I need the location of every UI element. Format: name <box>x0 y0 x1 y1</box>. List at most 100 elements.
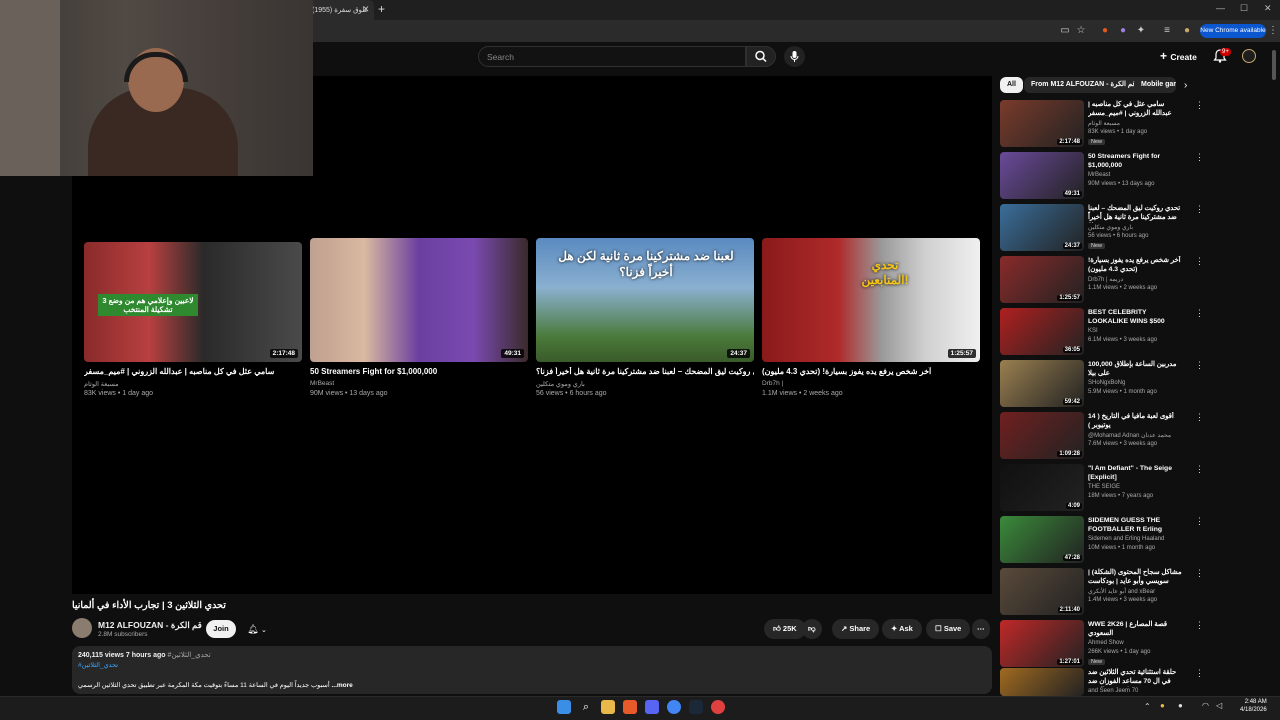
extension-icon[interactable]: ● <box>1098 24 1112 38</box>
channel-name[interactable]: مسبعة الوثام <box>84 380 119 388</box>
channel-name[interactable]: مسبعة الوثام <box>1088 120 1120 127</box>
brave-icon[interactable] <box>623 700 637 714</box>
recommended-video[interactable]: 1:09:28 أقوى لعبة مافيا في التاريخ ( 14 ي… <box>1000 412 1204 460</box>
video-title[interactable]: أقوى لعبة مافيا في التاريخ ( 14 يوتيوبر … <box>1088 412 1182 430</box>
maximize-icon[interactable]: ☐ <box>1240 3 1248 14</box>
account-avatar[interactable] <box>1242 49 1256 63</box>
chrome-menu-icon[interactable]: ⋮ <box>1266 24 1280 38</box>
recommended-video[interactable]: 4:09 "I Am Defiant" - The Seige [Explicit… <box>1000 464 1204 512</box>
search-button[interactable] <box>746 46 776 67</box>
system-clock[interactable]: 2:48 AM 4/18/2026 <box>1240 698 1267 714</box>
wifi-icon[interactable]: ◠ <box>1202 701 1209 710</box>
video-title[interactable]: حلقة استثنائية تحدي الثلاثين ضد في ال 70… <box>1088 668 1182 687</box>
profile-avatar-icon[interactable]: ● <box>1180 24 1194 38</box>
more-options-icon[interactable]: ⋮ <box>1195 516 1204 527</box>
create-button[interactable]: + Create <box>1160 47 1197 65</box>
show-more-link[interactable]: ...more <box>331 682 352 689</box>
more-options-icon[interactable]: ⋮ <box>1195 620 1204 631</box>
video-title[interactable]: 50 Streamers Fight for $1,000,000 <box>310 367 528 376</box>
channel-name[interactable]: Drb7h | دريمه <box>1088 276 1123 283</box>
channel-name[interactable]: أبو عايد الأبكري and xBear <box>1088 588 1155 595</box>
recommended-video[interactable]: 49:31 50 Streamers Fight for $1,000,000 Mr… <box>1000 152 1204 200</box>
new-chrome-available-button[interactable]: New Chrome available <box>1200 24 1266 38</box>
volume-icon[interactable]: ◁ <box>1216 701 1222 710</box>
windows-start-icon[interactable] <box>557 700 571 714</box>
close-tab-icon[interactable]: ✕ <box>362 4 370 15</box>
video-title[interactable]: آخر شخص يرفع يده يفوز بسيارة! (تحدي 4.3 … <box>1088 256 1182 274</box>
channel-name[interactable]: THE SEIGE <box>1088 484 1120 490</box>
recommended-video[interactable]: 1:27:01 WWE 2K26 | قصة المصارع السعودي Ahm… <box>1000 620 1204 668</box>
extension-icon[interactable]: ● <box>1116 24 1130 38</box>
more-actions-button[interactable]: ⋯ <box>972 619 990 639</box>
video-title[interactable]: BEST CELEBRITY LOOKALIKE WINS $500 <box>1088 308 1182 326</box>
video-title[interactable]: تحدي روكيت ليق المضحك – لعبنا ضد مشتركين… <box>1088 204 1182 223</box>
voice-search-button[interactable] <box>784 46 805 67</box>
recommended-video[interactable]: 47:28 SIDEMEN GUESS THE FOOTBALLER ft Erl… <box>1000 516 1204 564</box>
more-options-icon[interactable]: ⋮ <box>1195 668 1204 679</box>
hashtag[interactable]: #تحدي_الثلاثين <box>78 661 118 669</box>
scrollbar[interactable] <box>1272 50 1276 80</box>
channel-name[interactable]: KSI <box>1088 328 1098 334</box>
media-icon[interactable]: ≡ <box>1160 24 1174 38</box>
channel-name[interactable]: SHoNgxBoNg <box>1088 380 1125 386</box>
recommended-video[interactable]: 2:17:48 سامي عثل في كل مناصبه | عبدالله ا… <box>1000 100 1204 148</box>
app-icon[interactable] <box>711 700 725 714</box>
more-options-icon[interactable]: ⋮ <box>1195 360 1204 371</box>
channel-name[interactable]: MrBeast <box>310 380 334 387</box>
more-options-icon[interactable]: ⋮ <box>1195 412 1204 423</box>
ask-button[interactable]: ✦ Ask <box>882 619 922 639</box>
video-title[interactable]: سامي عثل في كل مناصبه | عبدالله الزروني … <box>1088 100 1182 118</box>
hashtag[interactable]: #تحدي_الثلاثين <box>168 652 211 659</box>
more-options-icon[interactable]: ⋮ <box>1195 464 1204 475</box>
tray-icon[interactable]: ● <box>1178 701 1183 710</box>
more-options-icon[interactable]: ⋮ <box>1195 152 1204 163</box>
video-title[interactable]: WWE 2K26 | قصة المصارع السعودي <box>1088 620 1182 638</box>
close-window-icon[interactable]: ✕ <box>1264 3 1272 14</box>
more-options-icon[interactable]: ⋮ <box>1195 256 1204 267</box>
video-title[interactable]: تحدي روكيت ليق المضحك – لعبنا ضد مشتركين… <box>536 367 754 376</box>
chip-from-channel[interactable]: From M12 ALFOUZAN - قم الكرة <box>1024 77 1143 93</box>
like-button[interactable]: 👍︎ 25K <box>764 619 806 639</box>
recommended-video[interactable]: 36:05 BEST CELEBRITY LOOKALIKE WINS $500 K… <box>1000 308 1204 356</box>
channel-name[interactable]: M12 ALFOUZAN - قم الكرة <box>98 620 202 631</box>
more-options-icon[interactable]: ⋮ <box>1195 308 1204 319</box>
channel-name[interactable]: Ahmed Show <box>1088 640 1124 646</box>
chevron-right-icon[interactable]: › <box>1184 80 1187 91</box>
join-button[interactable]: Join <box>206 620 236 638</box>
channel-name[interactable]: باري وموي متكلين <box>1088 224 1133 231</box>
chevron-up-icon[interactable]: ⌃ <box>1144 702 1151 711</box>
video-title[interactable]: آخر شخص يرفع يده يفوز بسيارة! (تحدي 4.3 … <box>762 367 980 376</box>
video-title[interactable]: 100,000 مدربين الساعة بإطلاق على بيلا <box>1088 360 1182 378</box>
channel-name[interactable]: باري وموي متكلين <box>536 380 585 388</box>
minimize-icon[interactable]: — <box>1216 3 1225 13</box>
channel-name[interactable]: Drb7h | <box>762 380 783 387</box>
save-button[interactable]: ☐ Save <box>926 619 971 639</box>
chip-all[interactable]: All <box>1000 77 1023 93</box>
tray-icon[interactable]: ● <box>1160 701 1165 710</box>
recommended-video[interactable]: 59:42 100,000 مدربين الساعة بإطلاق على بي… <box>1000 360 1204 408</box>
video-title[interactable]: مشاكل سجاح المحتوى (الشكلة) | سويسي وأبو… <box>1088 568 1182 587</box>
video-title[interactable]: 50 Streamers Fight for $1,000,000 <box>1088 152 1182 170</box>
extensions-puzzle-icon[interactable]: ✦ <box>1134 24 1148 38</box>
channel-name[interactable]: and Seen Jeem 70 <box>1088 688 1138 694</box>
recommended-video[interactable]: 1:25:57 آخر شخص يرفع يده يفوز بسيارة! (تح… <box>1000 256 1204 304</box>
file-explorer-icon[interactable] <box>601 700 615 714</box>
chip-mobile-games[interactable]: Mobile games <box>1134 77 1176 93</box>
search-input[interactable]: Search <box>478 46 746 67</box>
cast-icon[interactable]: ▭ <box>1058 24 1072 38</box>
more-options-icon[interactable]: ⋮ <box>1195 204 1204 215</box>
steam-icon[interactable] <box>689 700 703 714</box>
channel-name[interactable]: MrBeast <box>1088 172 1110 178</box>
description-box[interactable]: 240,115 views 7 hours ago #تحدي_الثلاثين… <box>72 646 992 694</box>
more-options-icon[interactable]: ⋮ <box>1195 100 1204 111</box>
video-title[interactable]: "I Am Defiant" - The Seige [Explicit] <box>1088 464 1182 482</box>
channel-avatar[interactable] <box>72 618 92 638</box>
video-title[interactable]: SIDEMEN GUESS THE FOOTBALLER ft Erling H… <box>1088 516 1182 535</box>
share-button[interactable]: ↗ Share <box>832 619 880 639</box>
channel-name[interactable]: @Mohamad Adnan محمد عدنان <box>1088 432 1171 439</box>
bookmark-star-icon[interactable]: ☆ <box>1074 24 1088 38</box>
recommended-video[interactable]: 2:11:40 مشاكل سجاح المحتوى (الشكلة) | سوي… <box>1000 568 1204 616</box>
discord-icon[interactable] <box>645 700 659 714</box>
channel-name[interactable]: Sidemen and Erling Haaland <box>1088 536 1164 542</box>
recommended-video[interactable]: 24:37 تحدي روكيت ليق المضحك – لعبنا ضد مش… <box>1000 204 1204 252</box>
